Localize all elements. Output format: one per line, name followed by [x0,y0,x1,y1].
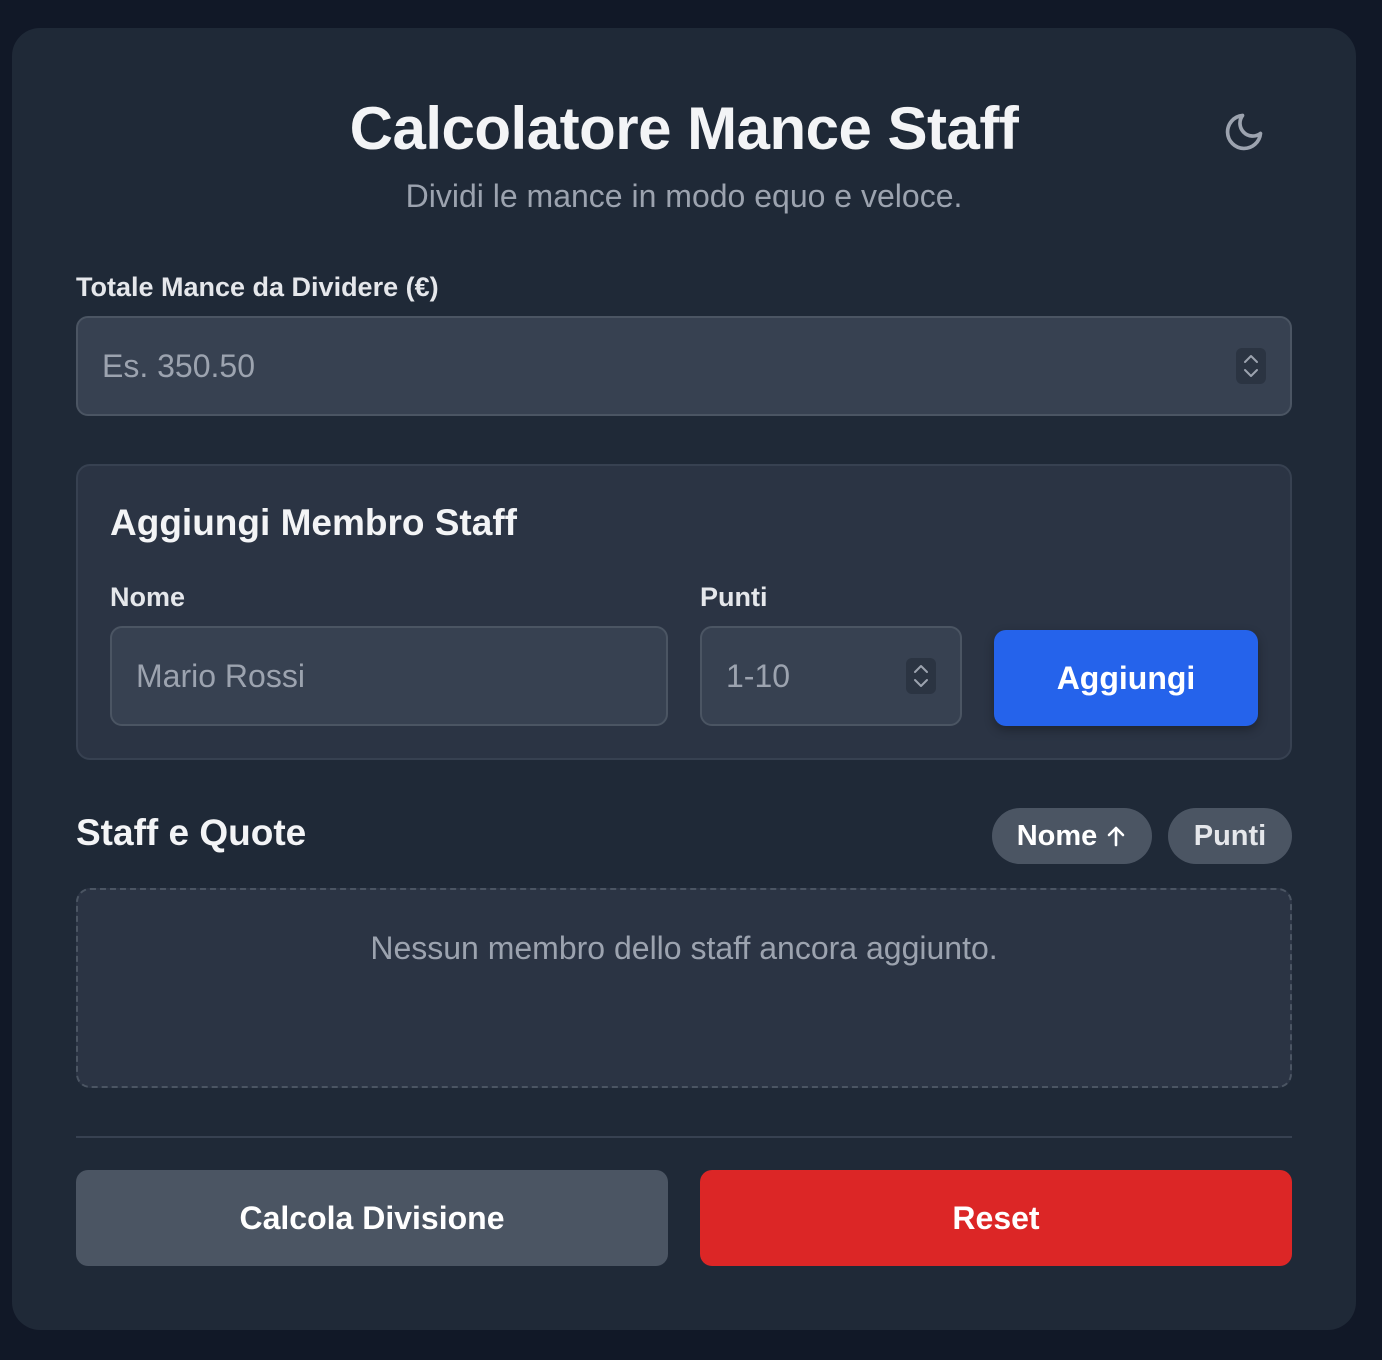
calculator-card: Calcolatore Mance Staff Dividi le mance … [12,28,1356,1330]
total-tips-input[interactable] [78,318,1290,414]
divider [76,1136,1292,1138]
calculate-button[interactable]: Calcola Divisione [76,1170,668,1266]
sort-name-label: Nome [1016,819,1098,852]
name-label: Nome [110,582,186,612]
add-member-title: Aggiungi Membro Staff [110,502,517,543]
total-tips-stepper[interactable] [1236,348,1266,384]
moon-icon [1222,110,1266,154]
page-subtitle: Dividi le mance in modo equo e veloce. [405,178,963,214]
total-tips-field [76,316,1292,416]
total-tips-label: Totale Mance da Dividere (€) [76,272,439,302]
staff-list-empty-state: Nessun membro dello staff ancora aggiunt… [76,888,1292,1088]
sort-points-label: Punti [1193,819,1267,852]
page-title: Calcolatore Mance Staff [349,95,1019,162]
staff-list-title: Staff e Quote [76,812,307,853]
sort-by-name-button[interactable]: Nome [992,808,1152,864]
name-field [110,626,668,726]
sort-by-points-button[interactable]: Punti [1168,808,1292,864]
reset-button[interactable]: Reset [700,1170,1292,1266]
points-field [700,626,962,726]
name-input[interactable] [112,628,666,724]
points-label: Punti [700,582,768,612]
add-member-button[interactable]: Aggiungi [994,630,1258,726]
points-stepper[interactable] [906,658,936,694]
theme-toggle-button[interactable] [1220,108,1268,156]
header: Calcolatore Mance Staff Dividi le mance … [12,28,1356,258]
empty-message: Nessun membro dello staff ancora aggiunt… [370,930,998,966]
arrow-up-icon [1105,824,1127,848]
